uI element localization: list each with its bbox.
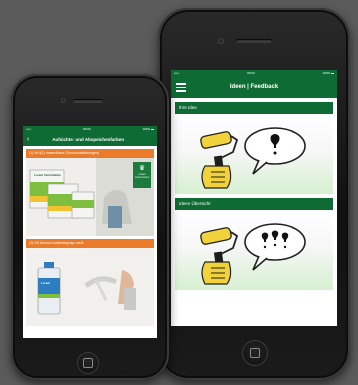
nav-bar: ‹ Aufsichts- und Abspeichenfarben [23, 132, 157, 146]
paint-roller-icon [200, 227, 239, 285]
back-phone: ••••• 09:00 100% ▬ Ideen | Feedback Ihre… [158, 8, 350, 380]
product-tile-header: (1) InDi(2) Innenräume (Tennismarkierung… [26, 149, 154, 158]
front-camera [218, 38, 224, 44]
card-illustration [175, 114, 333, 194]
idea-card[interactable]: Ihre Idee [175, 102, 333, 194]
page-title: Ideen | Feedback [229, 84, 279, 90]
nav-bar: Ideen | Feedback [171, 76, 337, 98]
product-image: Lorem [26, 248, 154, 326]
product-tile-header: (2) DS Aerosol Aufsichtsprays weiß [26, 239, 154, 248]
product-label: Lorem Tennisfarbe [34, 173, 61, 177]
product-image: Lorem Tennisfarbe ♛ Lorem Lorem ipsum [26, 158, 154, 236]
card-header: Ideen Übersicht [175, 198, 333, 210]
back-screen: ••••• 09:00 100% ▬ Ideen | Feedback Ihre… [171, 70, 337, 326]
front-screen: ••••• 09:00 100% ▬ ‹ Aufsichts- und Absp… [23, 126, 157, 338]
paint-can-icon [71, 191, 95, 219]
card-illustration [175, 210, 333, 290]
earpiece-speaker [236, 39, 272, 43]
speech-bubble-icon [244, 127, 306, 175]
ideas-overview-card[interactable]: Ideen Übersicht [175, 198, 333, 290]
menu-icon[interactable] [176, 83, 186, 92]
paint-roller-speech-illustration [200, 223, 306, 285]
spray-can-icon [37, 262, 61, 315]
quality-badge: ♛ Lorem Lorem ipsum [133, 162, 151, 188]
home-button[interactable] [77, 352, 99, 374]
home-button[interactable] [242, 340, 268, 366]
speech-bubble-icon [244, 223, 306, 271]
paint-roller-speech-illustration [200, 127, 306, 189]
front-phone: ••••• 09:00 100% ▬ ‹ Aufsichts- und Absp… [11, 74, 169, 380]
product-tile[interactable]: (2) DS Aerosol Aufsichtsprays weiß Lorem [26, 239, 154, 326]
paint-roller-icon [200, 131, 239, 189]
signal-indicator: ••••• [174, 71, 180, 75]
crown-icon: ♛ [138, 165, 146, 172]
clock: 09:00 [247, 71, 255, 75]
card-header: Ihre Idee [175, 102, 333, 114]
earpiece-speaker [73, 99, 103, 103]
battery-indicator: 100% ▬ [322, 71, 334, 75]
front-camera [61, 98, 66, 103]
spray-can-illustration [26, 248, 154, 326]
product-label: Lorem [41, 281, 51, 285]
battery-indicator: 100% ▬ [142, 127, 154, 131]
signal-indicator: ••••• [26, 127, 32, 131]
product-tile[interactable]: (1) InDi(2) Innenräume (Tennismarkierung… [26, 149, 154, 236]
clock: 09:00 [83, 127, 91, 131]
page-title: Aufsichts- und Abspeichenfarben [52, 136, 125, 142]
